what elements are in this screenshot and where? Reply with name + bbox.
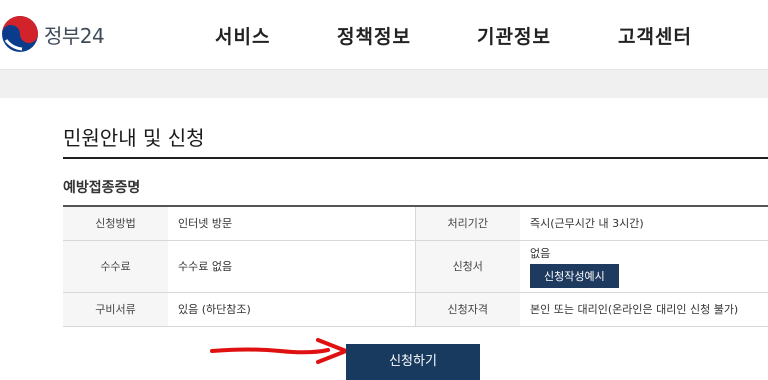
value-application-form: 없음 <box>530 246 551 260</box>
section-title: 예방접종증명 <box>63 180 141 196</box>
table-row: 수수료 수수료 없음 신청서 없음 신청작성예시 <box>63 240 768 293</box>
application-form-cell: 없음 신청작성예시 <box>520 240 768 293</box>
page-title: 민원안내 및 신청 <box>63 126 205 150</box>
nav-agency-info[interactable]: 기관정보 <box>477 22 551 49</box>
table-row: 구비서류 있음 (하단참조) 신청자격 본인 또는 대리인(온라인은 대리인 신… <box>63 292 768 327</box>
main-nav: 서비스 정책정보 기관정보 고객센터 <box>0 22 768 52</box>
label-application-form: 신청서 <box>414 240 520 293</box>
apply-button[interactable]: 신청하기 <box>346 344 480 380</box>
nav-policy-info[interactable]: 정책정보 <box>337 22 411 49</box>
value-documents: 있음 (하단참조) <box>168 292 415 327</box>
label-processing-time: 처리기간 <box>414 206 520 241</box>
label-eligibility: 신청자격 <box>414 292 520 327</box>
value-method: 인터넷 방문 <box>168 206 415 241</box>
label-fee: 수수료 <box>63 240 168 293</box>
header-band <box>0 70 768 98</box>
label-method: 신청방법 <box>63 206 168 241</box>
nav-services[interactable]: 서비스 <box>215 22 270 49</box>
value-fee: 수수료 없음 <box>168 240 415 293</box>
form-sample-button[interactable]: 신청작성예시 <box>530 263 619 288</box>
table-row: 신청방법 인터넷 방문 처리기간 즉시(근무시간 내 3시간) <box>63 206 768 241</box>
title-divider <box>63 157 768 159</box>
nav-customer-center[interactable]: 고객센터 <box>618 22 692 49</box>
site-header: 정부24 서비스 정책정보 기관정보 고객센터 <box>0 0 768 70</box>
value-processing-time: 즉시(근무시간 내 3시간) <box>520 206 768 241</box>
value-eligibility: 본인 또는 대리인(온라인은 대리인 신청 불가) <box>520 292 768 327</box>
red-arrow-icon <box>210 338 348 364</box>
service-info-table: 신청방법 인터넷 방문 처리기간 즉시(근무시간 내 3시간) 수수료 수수료 … <box>63 205 768 327</box>
label-documents: 구비서류 <box>63 292 168 327</box>
